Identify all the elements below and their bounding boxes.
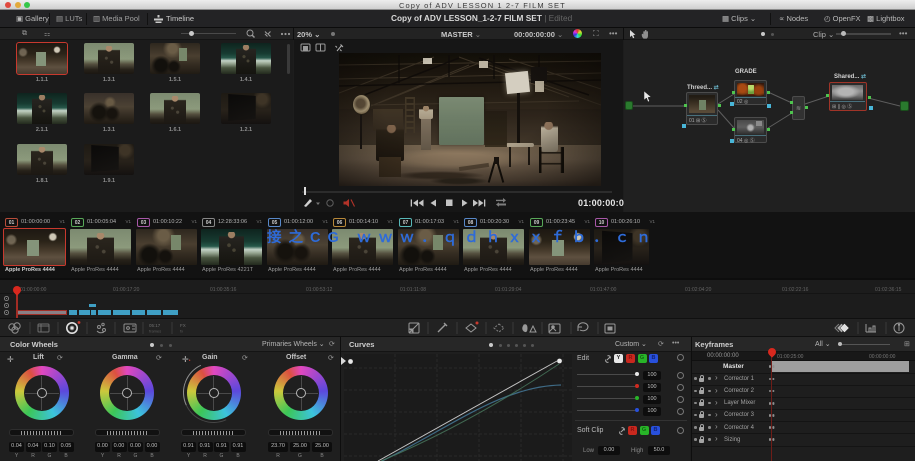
svg-text:frames: frames	[149, 329, 161, 334]
svg-text:05:17: 05:17	[149, 323, 161, 328]
svg-text:fx: fx	[180, 329, 183, 334]
svg-text:FX: FX	[180, 323, 186, 328]
